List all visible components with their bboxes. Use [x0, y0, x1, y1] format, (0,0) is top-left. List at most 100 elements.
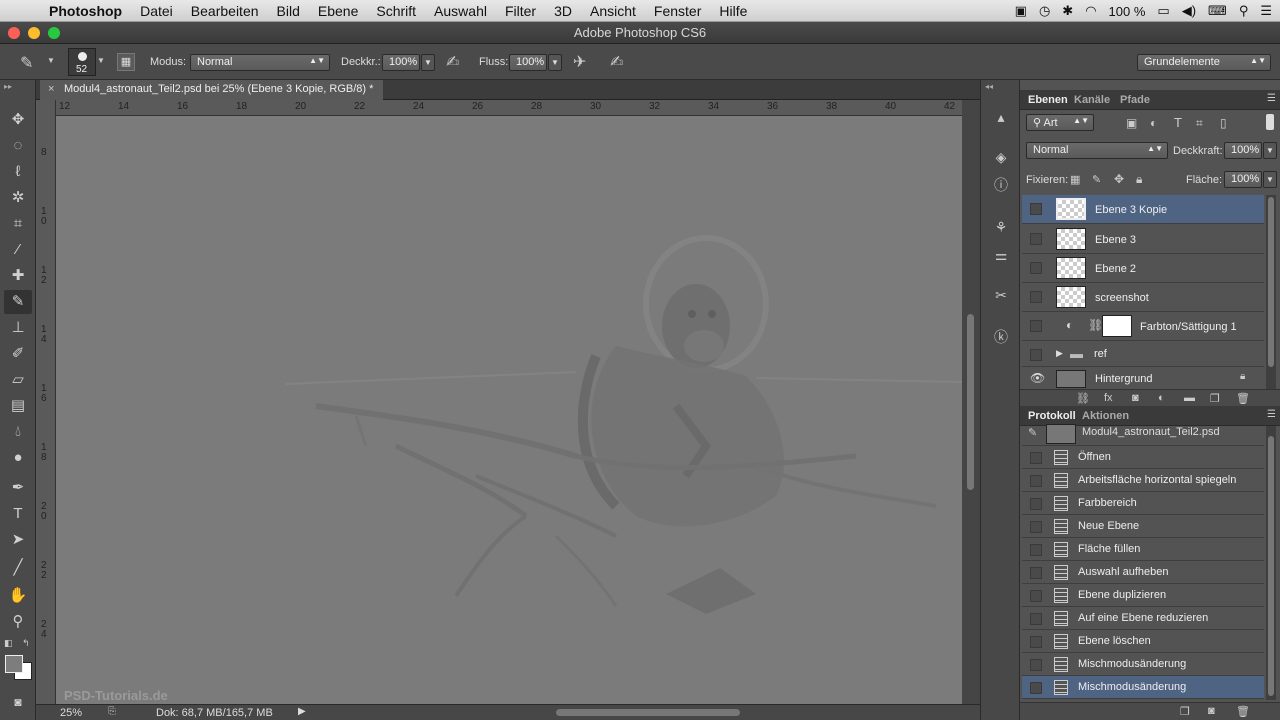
layer-visibility-toggle[interactable]	[1030, 320, 1042, 332]
crop-tool-icon[interactable]: ⌗	[4, 212, 32, 236]
canvas-vertical-scrollbar[interactable]	[962, 100, 980, 704]
collapse-toolbar-icon[interactable]: ▸▸	[4, 82, 12, 91]
new-adjustment-icon[interactable]: ◐	[1158, 392, 1165, 404]
history-brush-source-icon[interactable]: ✎	[1028, 426, 1037, 439]
layer-visibility-toggle[interactable]	[1030, 233, 1042, 245]
new-snapshot-icon[interactable]: ◙	[1208, 705, 1215, 717]
zoom-level[interactable]: 25%	[60, 707, 82, 719]
time-machine-icon[interactable]: ◷	[1039, 3, 1050, 19]
flow-dropdown-button[interactable]: ▼	[548, 54, 562, 71]
delete-state-icon[interactable]: 🗑︎	[1236, 705, 1250, 718]
brush-size-picker[interactable]: 52	[68, 48, 96, 76]
document-tab[interactable]: × Modul4_astronaut_Teil2.psd bei 25% (Eb…	[40, 80, 384, 100]
layers-scrollbar[interactable]	[1266, 195, 1276, 391]
history-scrollbar[interactable]	[1266, 426, 1276, 700]
add-mask-icon[interactable]: ◙	[1132, 392, 1139, 404]
tab-paths[interactable]: Pfade	[1120, 94, 1150, 106]
brush-tool-preset-icon[interactable]: ✎	[20, 53, 33, 73]
history-panel-menu-icon[interactable]: ☰	[1267, 409, 1276, 420]
default-colors-icon[interactable]: ◧	[4, 638, 13, 649]
battery-icon[interactable]: ▭	[1157, 3, 1169, 19]
move-tool-icon[interactable]: ✥	[4, 108, 32, 132]
brush-tool-icon[interactable]: ✎	[4, 290, 32, 314]
filter-adjustment-icon[interactable]: ◐	[1150, 116, 1157, 130]
swap-colors-icon[interactable]: ↰	[22, 638, 30, 649]
eye-icon[interactable]: 👁︎	[1030, 371, 1045, 385]
document-canvas[interactable]: PSD-Tutorials.de	[56, 116, 962, 704]
history-item[interactable]: Mischmodusänderung	[1022, 676, 1264, 699]
layer-row[interactable]: Ebene 3 Kopie	[1022, 195, 1264, 224]
layer-visibility-toggle[interactable]	[1030, 349, 1042, 361]
horizontal-ruler[interactable]: 12 14 16 18 20 22 24 26 28 30 32 34 36 3…	[56, 100, 962, 116]
layers-panel-menu-icon[interactable]: ☰	[1267, 93, 1276, 104]
close-document-icon[interactable]: ×	[48, 83, 54, 95]
menu-ansicht[interactable]: Ansicht	[581, 3, 645, 19]
layer-row[interactable]: 👁︎ Hintergrund 🔒︎	[1022, 367, 1264, 391]
workspace-select[interactable]: Grundelemente ▲▼	[1137, 54, 1271, 71]
horizontal-scroll-thumb[interactable]	[556, 709, 740, 716]
history-item[interactable]: Neue Ebene	[1022, 515, 1264, 538]
vertical-ruler[interactable]: 8 1 0 1 2 1 4 1 6 1 8 2 0 2 2 2 4	[36, 100, 56, 704]
spotlight-search-icon[interactable]: ⚲	[1239, 3, 1249, 19]
menu-ebene[interactable]: Ebene	[309, 3, 367, 19]
preset-dropdown-arrow-icon[interactable]: ▼	[47, 56, 55, 65]
layer-thumbnail[interactable]	[1056, 198, 1086, 220]
history-item[interactable]: Farbbereich	[1022, 492, 1264, 515]
flow-input[interactable]: 100%	[509, 54, 547, 71]
lock-transparency-icon[interactable]: ▦	[1070, 173, 1080, 186]
history-item[interactable]: Mischmodusänderung	[1022, 653, 1264, 676]
new-group-icon[interactable]: ▬	[1184, 392, 1195, 404]
tab-channels[interactable]: Kanäle	[1074, 94, 1110, 106]
menu-bearbeiten[interactable]: Bearbeiten	[182, 3, 268, 19]
zoom-tool-icon[interactable]: ⚲	[4, 610, 32, 634]
brush-size-dropdown-icon[interactable]: ▼	[97, 56, 105, 65]
clone-stamp-tool-icon[interactable]: ⊥	[4, 316, 32, 340]
eraser-tool-icon[interactable]: ▱	[4, 368, 32, 392]
layer-thumbnail[interactable]	[1056, 228, 1086, 250]
gradient-tool-icon[interactable]: ▤	[4, 394, 32, 418]
layer-row[interactable]: Ebene 3	[1022, 225, 1264, 254]
layer-fill-input[interactable]: 100%	[1224, 171, 1262, 188]
layer-thumbnail[interactable]	[1056, 370, 1086, 388]
menu-datei[interactable]: Datei	[131, 3, 182, 19]
layer-mask-thumbnail[interactable]	[1102, 315, 1132, 337]
expand-group-icon[interactable]: ▶	[1056, 348, 1063, 359]
layer-thumbnail[interactable]	[1056, 286, 1086, 308]
layer-row[interactable]: ◐ ⛓ Farbton/Sättigung 1	[1022, 312, 1264, 341]
history-item[interactable]: Ebene löschen	[1022, 630, 1264, 653]
history-item[interactable]: Ebene duplizieren	[1022, 584, 1264, 607]
layer-row[interactable]: Ebene 2	[1022, 254, 1264, 283]
airbrush-icon[interactable]: ✈	[573, 52, 586, 72]
marquee-tool-icon[interactable]: ◌	[4, 134, 32, 158]
info-panel-icon[interactable]: ⓘ	[989, 174, 1013, 196]
history-item[interactable]: Auf eine Ebene reduzieren	[1022, 607, 1264, 630]
delete-layer-icon[interactable]: 🗑︎	[1236, 392, 1250, 405]
menu-auswahl[interactable]: Auswahl	[425, 3, 496, 19]
history-item[interactable]: Öffnen	[1022, 446, 1264, 469]
menu-filter[interactable]: Filter	[496, 3, 545, 19]
menu-3d[interactable]: 3D	[545, 3, 581, 19]
layer-fill-dropdown-button[interactable]: ▼	[1263, 171, 1277, 188]
history-item[interactable]: Auswahl aufheben	[1022, 561, 1264, 584]
filter-toggle-switch[interactable]	[1266, 114, 1274, 130]
tab-history[interactable]: Protokoll	[1028, 410, 1076, 422]
link-layers-icon[interactable]: ⛓	[1076, 392, 1090, 405]
layer-blend-mode-select[interactable]: Normal ▲▼	[1026, 142, 1168, 159]
opacity-input[interactable]: 100%	[382, 54, 420, 71]
layer-style-fx-icon[interactable]: fx	[1104, 392, 1113, 404]
menu-bild[interactable]: Bild	[268, 3, 309, 19]
history-snapshot-row[interactable]: ✎ Modul4_astronaut_Teil2.psd	[1022, 424, 1264, 446]
brush-panel-toggle-icon[interactable]: ▦	[117, 53, 135, 71]
eyedropper-tool-icon[interactable]: ⁄	[4, 238, 32, 262]
pressure-opacity-icon[interactable]: ✍	[446, 52, 459, 72]
mask-link-icon[interactable]: ⛓	[1088, 318, 1103, 332]
lock-pixels-icon[interactable]: ✎	[1092, 173, 1101, 186]
volume-icon[interactable]: ◀)	[1182, 3, 1196, 19]
foreground-color-swatch[interactable]	[5, 655, 23, 673]
layer-opacity-dropdown-button[interactable]: ▼	[1263, 142, 1277, 159]
opacity-dropdown-button[interactable]: ▼	[421, 54, 435, 71]
tab-layers[interactable]: Ebenen	[1028, 94, 1068, 106]
layer-visibility-toggle[interactable]	[1030, 291, 1042, 303]
layer-group-row[interactable]: ▶ ▬ ref	[1022, 341, 1264, 367]
status-export-icon[interactable]: ⎘	[108, 706, 116, 717]
